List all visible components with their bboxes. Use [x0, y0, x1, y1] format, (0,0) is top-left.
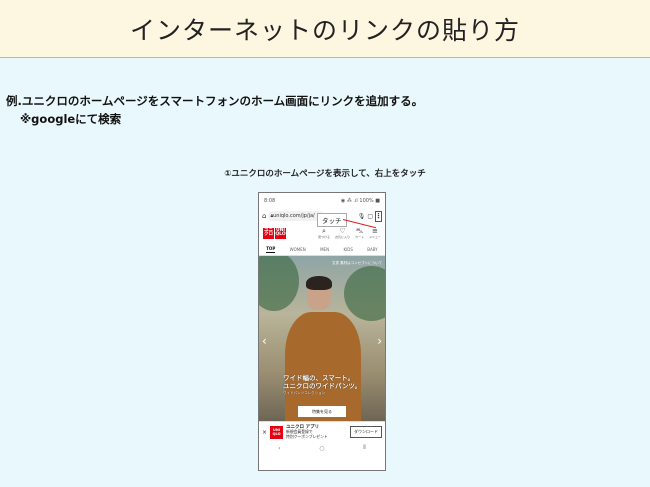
- carousel-prev-icon[interactable]: ‹: [262, 334, 267, 348]
- hamburger-icon: ≡: [372, 226, 378, 235]
- home-nav-icon[interactable]: ○: [319, 445, 324, 452]
- step-caption: ①ユニクロのホームページを表示して、右上をタッチ: [224, 169, 426, 179]
- more-vert-icon: ⋮: [375, 212, 382, 220]
- background-tree: [259, 256, 299, 311]
- tab-kids[interactable]: KIDS: [343, 247, 352, 252]
- tab-top[interactable]: TOP: [266, 246, 276, 253]
- search-icon: ⌕: [321, 226, 326, 235]
- home-icon[interactable]: ⌂: [262, 212, 266, 220]
- tab-baby[interactable]: BABY: [367, 247, 377, 252]
- intro-text: 例.ユニクロのホームページをスマートフォンのホーム画面にリンクを追加する。 ※g…: [6, 92, 423, 128]
- app-install-banner: × UNI QLO ユニクロ アプリ 新規会員登録で 特別クーポンプレゼント ダ…: [259, 421, 385, 442]
- category-tabs: TOP WOMEN MEN KIDS BABY: [259, 243, 385, 256]
- app-banner-text: ユニクロ アプリ 新規会員登録で 特別クーポンプレゼント: [286, 424, 328, 439]
- search-button[interactable]: ⌕ 見つける: [318, 226, 330, 239]
- background-tree: [344, 266, 385, 321]
- browser-menu-button[interactable]: ⋮: [375, 210, 382, 222]
- app-logo: UNI QLO: [270, 425, 284, 439]
- menu-button[interactable]: ≡ メニュー: [369, 226, 381, 239]
- title-band: インターネットのリンクの貼り方: [0, 0, 650, 58]
- back-icon[interactable]: ‹: [278, 445, 280, 452]
- android-nav-bar: ‹ ○ ⦀: [259, 442, 385, 454]
- url-text: uniqlo.com/jp/ja/: [273, 213, 315, 219]
- uniqlo-logo[interactable]: ユニ クロ UNI QLO: [263, 227, 286, 239]
- tabs-icon[interactable]: ▢: [367, 213, 373, 220]
- recents-icon[interactable]: ⦀: [363, 444, 366, 452]
- tab-women[interactable]: WOMEN: [290, 247, 306, 252]
- phone-screenshot: 8:08 ◉ ⁂ .ıl 100% ■ ⌂ 🔒︎ uniqlo.com/jp/j…: [258, 192, 386, 471]
- hero-headline: ワイド幅の、スマート。 ユニクロのワイドパンツ。 ワイドパンツコレクション: [283, 374, 362, 395]
- cart-icon: ⛍: [355, 226, 364, 235]
- hero-caption: 文書 素材はコンセプトについて: [331, 261, 382, 265]
- hero-cta-button[interactable]: 特集を見る: [298, 406, 346, 417]
- status-bar: 8:08 ◉ ⁂ .ıl 100% ■: [259, 193, 385, 209]
- heart-icon: ♡: [339, 226, 346, 235]
- hero-banner[interactable]: 文書 素材はコンセプトについて ‹ › ワイド幅の、スマート。 ユニクロのワイド…: [259, 256, 385, 421]
- logo-latin: UNI QLO: [275, 227, 286, 239]
- model-hair: [306, 276, 332, 290]
- model-figure: [285, 312, 361, 421]
- logo-katakana: ユニ クロ: [263, 227, 274, 239]
- tab-men[interactable]: MEN: [320, 247, 329, 252]
- carousel-next-icon[interactable]: ›: [377, 334, 382, 348]
- cart-button[interactable]: ⛍ カート: [355, 226, 364, 239]
- intro-line-2: ※googleにて検索: [20, 112, 122, 126]
- page-title: インターネットのリンクの貼り方: [129, 15, 520, 45]
- status-indicators: ◉ ⁂ .ıl 100% ■: [340, 198, 380, 204]
- intro-line-1: 例.ユニクロのホームページをスマートフォンのホーム画面にリンクを追加する。: [6, 94, 424, 108]
- close-icon[interactable]: ×: [262, 429, 267, 436]
- status-time: 8:08: [264, 198, 276, 204]
- download-button[interactable]: ダウンロード: [350, 426, 382, 438]
- mic-icon[interactable]: 🎙︎: [358, 213, 366, 220]
- header-icons: ⌕ 見つける ♡ お気に入り ⛍ カート ≡ メニュー: [318, 226, 381, 239]
- favorites-button[interactable]: ♡ お気に入り: [335, 226, 350, 239]
